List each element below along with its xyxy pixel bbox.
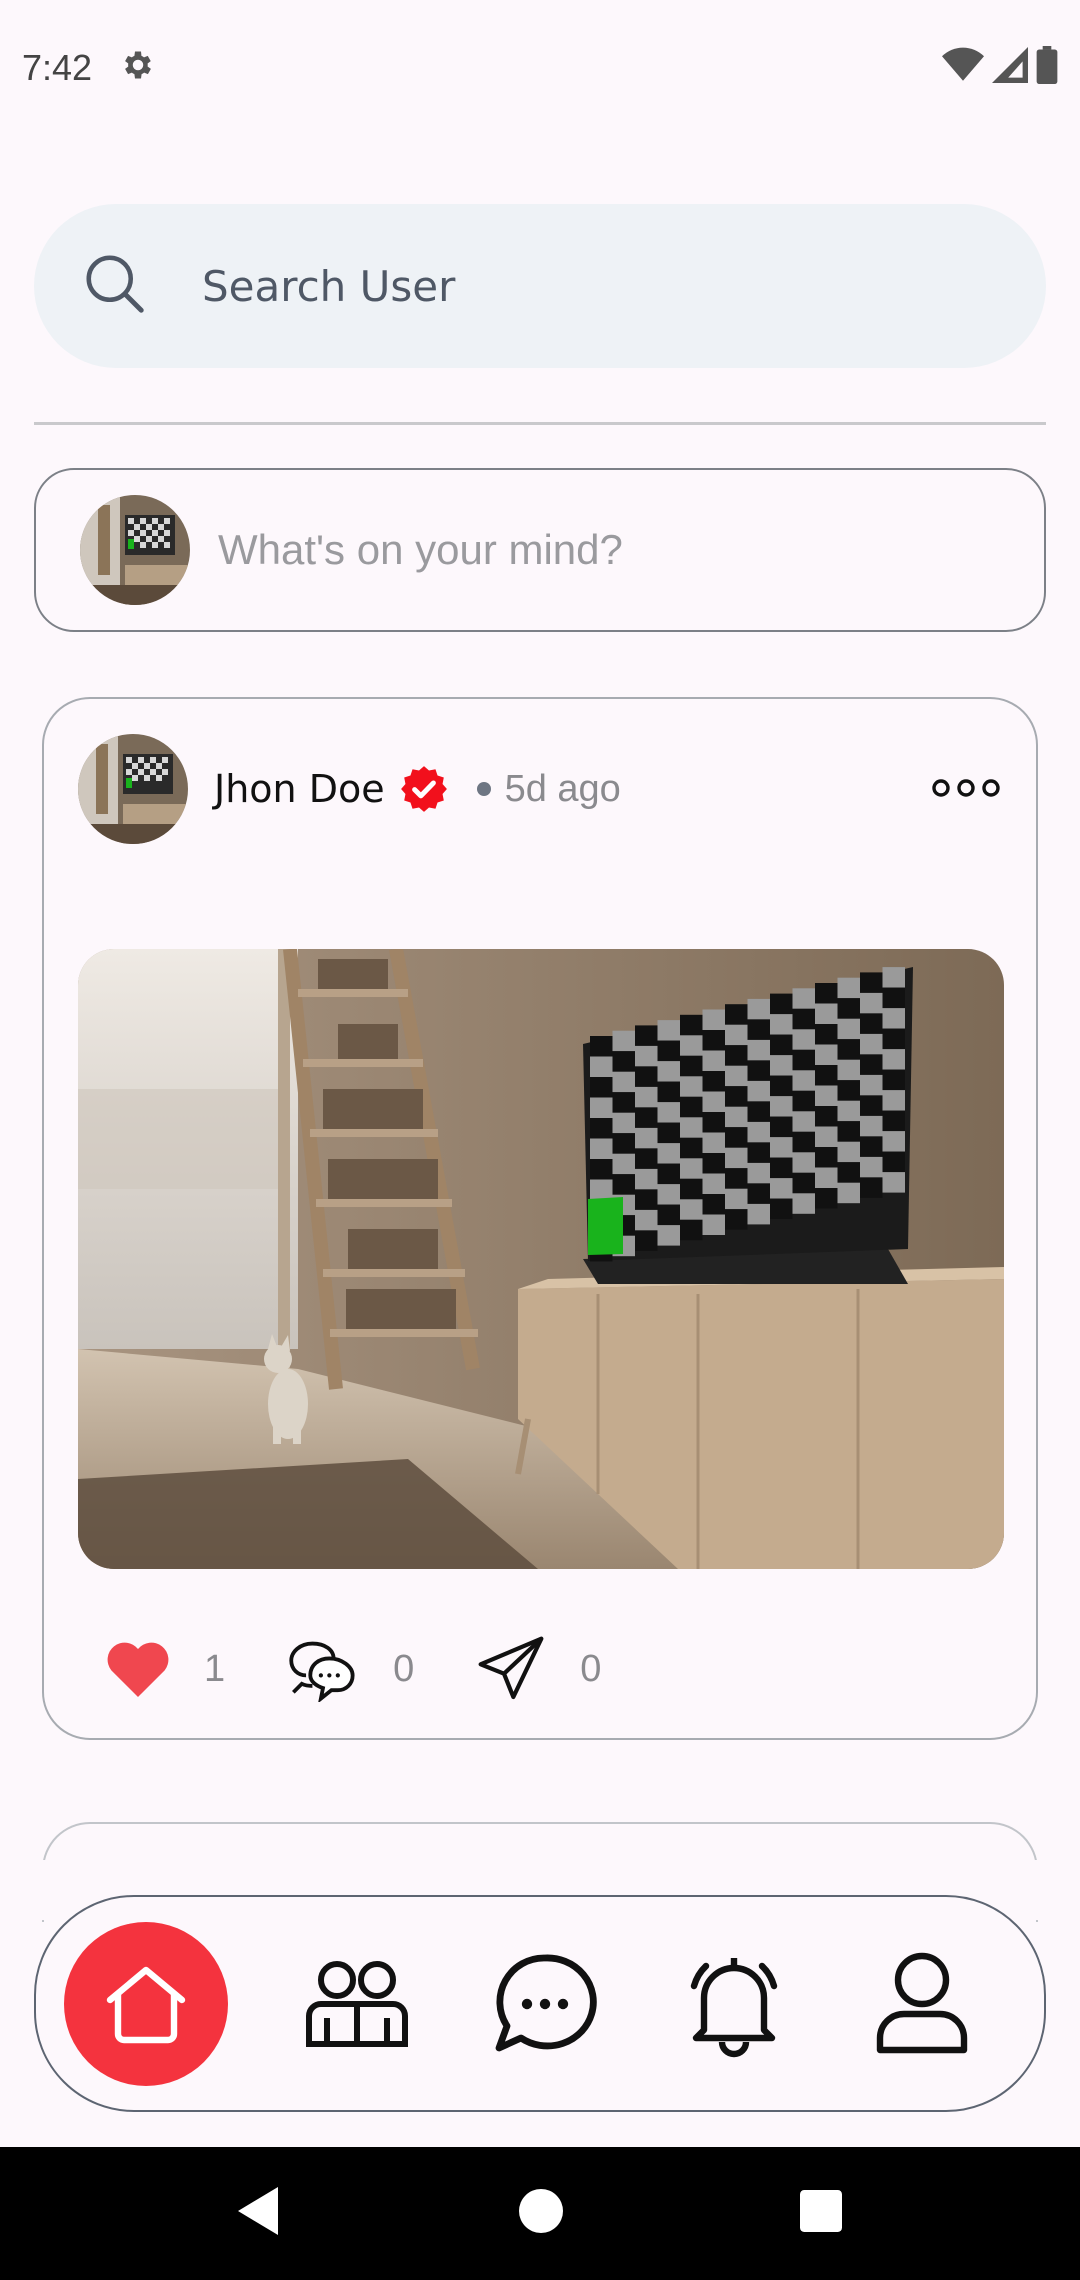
composer-input[interactable] (218, 526, 998, 574)
nav-home-button[interactable] (64, 1921, 228, 2086)
verified-badge-icon (399, 764, 449, 814)
user-avatar[interactable] (80, 495, 190, 605)
recents-icon[interactable] (799, 2190, 842, 2237)
comment-button[interactable]: 0 (287, 1636, 414, 1702)
nav-chat-button[interactable] (485, 1944, 605, 2064)
post-composer[interactable] (34, 468, 1046, 632)
comment-count: 0 (393, 1647, 415, 1690)
search-icon (80, 249, 150, 324)
more-options-button[interactable] (926, 763, 1006, 813)
author-name[interactable]: Jhon Doe (214, 767, 385, 811)
post-image[interactable] (78, 949, 1004, 1569)
search-bar[interactable] (34, 204, 1046, 368)
separator-dot (476, 782, 491, 796)
send-icon (478, 1636, 544, 1700)
share-count: 0 (580, 1647, 602, 1690)
bell-icon (690, 1957, 777, 2057)
post-card: Jhon Doe 5d ago 1 0 0 (42, 697, 1038, 1740)
friends-icon (305, 1960, 408, 2047)
profile-icon (876, 1952, 968, 2053)
search-input[interactable] (202, 261, 1002, 311)
post-header: Jhon Doe 5d ago (78, 733, 1006, 845)
settings-icon (120, 47, 156, 88)
nav-notifications-button[interactable] (674, 1944, 794, 2064)
comment-icon (289, 1641, 355, 1702)
heart-icon (107, 1642, 169, 1697)
chat-icon (495, 1954, 597, 2051)
system-nav-bar (0, 2147, 1080, 2280)
wifi-icon (942, 47, 984, 88)
signal-icon (992, 47, 1028, 88)
author-avatar[interactable] (78, 734, 188, 844)
status-time: 7:42 (22, 46, 93, 88)
status-bar: 7:42 (0, 0, 1080, 135)
status-right (942, 46, 1058, 89)
bottom-nav (34, 1895, 1046, 2112)
share-button[interactable]: 0 (476, 1634, 601, 1704)
home-icon (106, 1966, 186, 2043)
home-circle-icon[interactable] (518, 2189, 563, 2238)
battery-icon (1036, 46, 1058, 89)
back-icon[interactable] (238, 2187, 282, 2240)
post-actions: 1 0 0 (106, 1629, 601, 1709)
status-left: 7:42 (22, 47, 156, 89)
nav-profile-button[interactable] (862, 1944, 982, 2064)
like-button[interactable]: 1 (106, 1641, 225, 1697)
divider (34, 422, 1046, 425)
post-time: 5d ago (504, 767, 621, 810)
more-horizontal-icon (932, 779, 1000, 797)
nav-friends-button[interactable] (297, 1944, 417, 2064)
like-count: 1 (204, 1647, 226, 1690)
